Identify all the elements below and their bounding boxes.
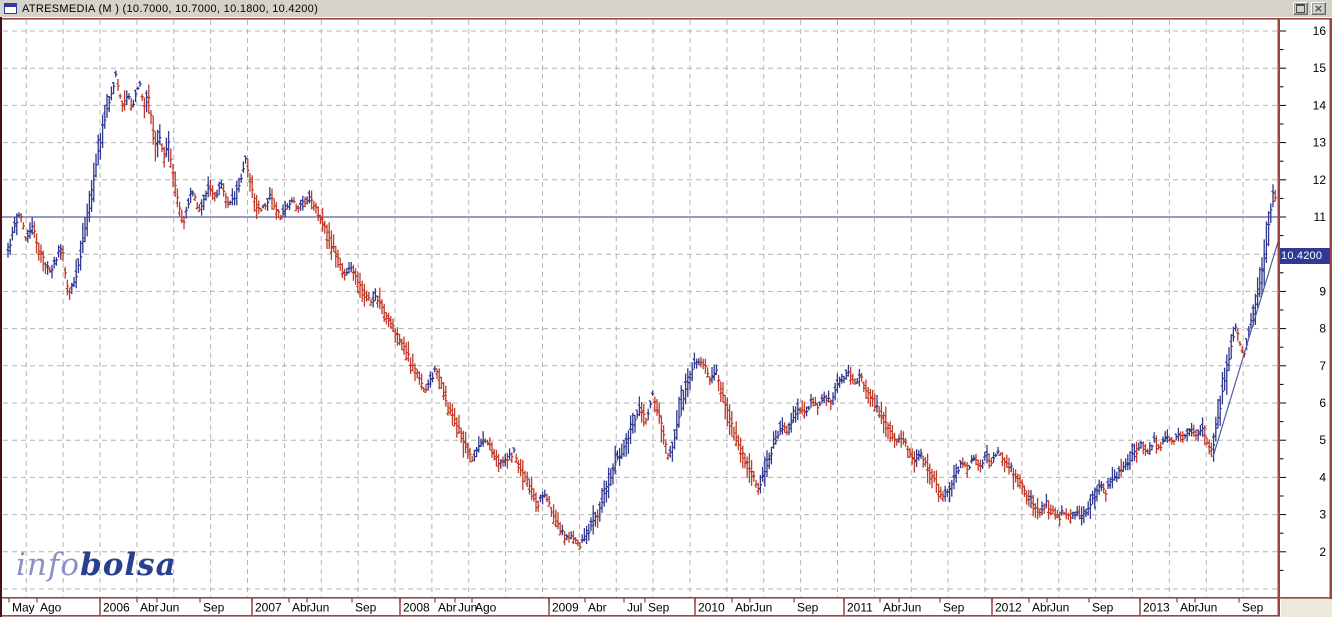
time-axis-label: Abr: [140, 601, 159, 615]
price-axis-label: 11: [1314, 210, 1327, 224]
close-icon: ×: [1313, 2, 1324, 15]
time-axis-label: Abr: [1180, 601, 1199, 615]
time-axis-label: Jul: [627, 601, 642, 615]
price-axis-label: 14: [1313, 98, 1327, 112]
time-axis-label: Sep: [943, 601, 965, 615]
time-axis-label: Sep: [1092, 601, 1114, 615]
time-axis-label: Jun: [753, 601, 772, 615]
time-axis-label: Jun: [160, 601, 179, 615]
restore-icon: [1296, 4, 1305, 13]
price-chart-svg[interactable]: 2345678910111213141516MayAgo2006AbrJunSe…: [0, 17, 1332, 617]
price-axis-label: 7: [1319, 359, 1326, 373]
price-axis-label: 2: [1319, 545, 1326, 559]
logo-text-bolsa: bolsa: [80, 547, 177, 583]
time-axis-label: 2012: [995, 601, 1022, 615]
time-axis-label: 2008: [403, 601, 430, 615]
price-axis-label: 3: [1319, 508, 1326, 522]
price-axis-label: 5: [1319, 433, 1326, 447]
chart-window: ATRESMEDIA (M ) (10.7000, 10.7000, 10.18…: [0, 0, 1332, 617]
time-axis-label: May: [12, 601, 35, 615]
chart-window-icon: [4, 3, 17, 14]
time-axis-label: 2007: [255, 601, 282, 615]
time-axis-label: 2009: [552, 601, 579, 615]
last-price-tag: 10.4200: [1280, 247, 1330, 264]
time-axis-label: Abr: [292, 601, 311, 615]
price-axis-label: 13: [1313, 136, 1327, 150]
price-axis-label: 8: [1319, 322, 1326, 336]
time-axis-label: Ago: [40, 601, 62, 615]
window-titlebar[interactable]: ATRESMEDIA (M ) (10.7000, 10.7000, 10.18…: [0, 0, 1332, 17]
price-axis-label: 16: [1313, 24, 1327, 38]
price-axis-label: 9: [1319, 284, 1326, 298]
logo-text-info: info: [16, 547, 81, 583]
price-axis-label: 6: [1319, 396, 1326, 410]
time-axis-label: Abr: [1032, 601, 1051, 615]
time-axis-label: Sep: [1242, 601, 1264, 615]
time-axis-label: Abr: [883, 601, 902, 615]
restore-button[interactable]: [1293, 2, 1308, 15]
chart-area: 2345678910111213141516MayAgo2006AbrJunSe…: [0, 17, 1332, 617]
window-title: ATRESMEDIA (M ) (10.7000, 10.7000, 10.18…: [22, 2, 319, 15]
time-axis-label: Sep: [203, 601, 225, 615]
time-axis-label: Ago: [475, 601, 497, 615]
time-axis-label: 2013: [1143, 601, 1170, 615]
time-axis-label: Jun: [1198, 601, 1217, 615]
price-axis-label: 12: [1313, 173, 1327, 187]
price-axis-label: 4: [1319, 470, 1326, 484]
time-axis-label: Abr: [735, 601, 754, 615]
corner-filler: [1281, 598, 1332, 617]
time-axis-label: Abr: [438, 601, 457, 615]
time-axis-label: 2010: [698, 601, 725, 615]
time-axis-label: Abr: [588, 601, 607, 615]
close-button[interactable]: ×: [1311, 2, 1326, 15]
time-axis-label: 2006: [103, 601, 130, 615]
time-axis-label: Jun: [1050, 601, 1069, 615]
time-axis-label: Jun: [902, 601, 921, 615]
time-axis-label: Sep: [797, 601, 819, 615]
window-controls: ×: [1293, 2, 1326, 15]
time-axis-label: Sep: [355, 601, 377, 615]
time-axis-label: Sep: [648, 601, 670, 615]
price-axis-label: 15: [1313, 61, 1327, 75]
time-axis-label: Jun: [310, 601, 329, 615]
infobolsa-logo: infobolsa: [16, 547, 177, 583]
time-axis-label: 2011: [847, 601, 873, 615]
